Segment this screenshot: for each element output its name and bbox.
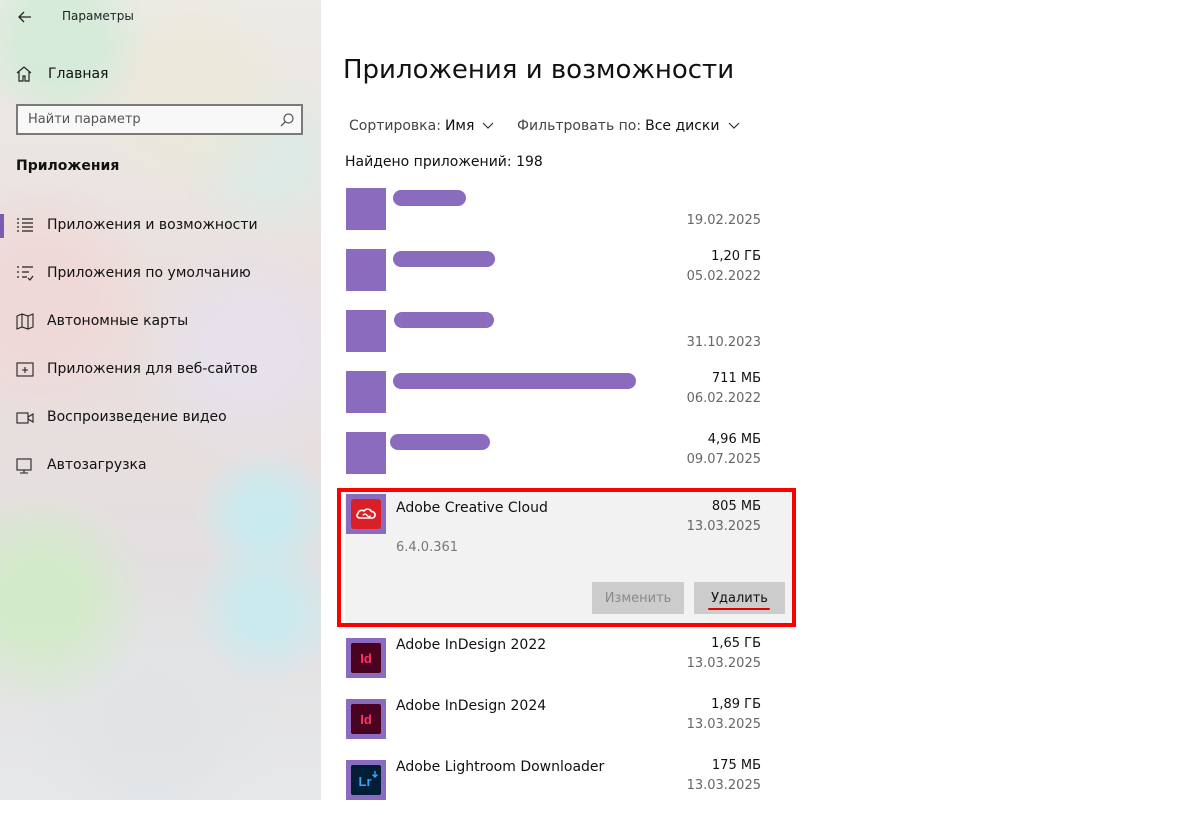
app-date: 31.10.2023 xyxy=(686,335,761,350)
list-item[interactable]: Id Adobe InDesign 2022 1,65 ГБ 13.03.202… xyxy=(345,632,791,693)
app-size: 711 МБ xyxy=(711,371,761,386)
sidebar-item-label: Приложения по умолчанию xyxy=(47,265,251,281)
app-icon-tile: Id xyxy=(346,699,386,739)
redacted-app-name xyxy=(390,434,490,450)
search-icon[interactable] xyxy=(279,112,295,128)
sidebar-home[interactable]: Главная xyxy=(14,62,108,86)
back-arrow-icon[interactable] xyxy=(14,6,36,28)
search-input[interactable] xyxy=(28,112,268,127)
redacted-app-icon xyxy=(346,188,386,230)
sidebar-item-apps-for-websites[interactable]: Приложения для веб-сайтов xyxy=(0,346,321,394)
apps-list: 19.02.2025 1,20 ГБ 05.02.2022 31.10.2023… xyxy=(345,184,791,815)
redacted-app-name xyxy=(393,190,466,206)
offline-maps-icon xyxy=(16,313,34,330)
app-icon-tile: Lr xyxy=(346,760,386,800)
app-date: 13.03.2025 xyxy=(686,519,761,534)
list-item[interactable]: 711 МБ 06.02.2022 xyxy=(345,367,791,428)
sidebar-nav: Приложения и возможности Приложения по у… xyxy=(0,202,321,490)
sidebar-item-label: Автозагрузка xyxy=(47,457,147,473)
indesign-glyph: Id xyxy=(360,651,372,666)
list-item[interactable]: Lr Adobe Lightroom Downloader 175 МБ 13.… xyxy=(345,754,791,815)
app-date: 05.02.2022 xyxy=(686,269,761,284)
filter-label: Фильтровать по: xyxy=(517,118,642,134)
redacted-app-icon xyxy=(346,432,386,474)
adobe-creative-cloud-icon xyxy=(351,499,381,529)
list-item[interactable]: 31.10.2023 xyxy=(345,306,791,367)
list-item[interactable]: 1,20 ГБ 05.02.2022 xyxy=(345,245,791,306)
sidebar-item-label: Воспроизведение видео xyxy=(47,409,227,425)
app-size: 4,96 МБ xyxy=(707,432,761,447)
app-icon-tile xyxy=(346,494,386,534)
apps-for-websites-icon xyxy=(16,362,34,377)
redacted-app-icon xyxy=(346,310,386,352)
modify-button[interactable]: Изменить xyxy=(592,582,684,614)
indesign-glyph: Id xyxy=(360,712,372,727)
app-size: 1,20 ГБ xyxy=(711,249,761,264)
app-name: Adobe Lightroom Downloader xyxy=(396,759,605,775)
app-size: 1,89 ГБ xyxy=(711,697,761,712)
apps-features-icon xyxy=(17,218,33,232)
list-item[interactable]: 4,96 МБ 09.07.2025 xyxy=(345,428,791,488)
app-size: 805 МБ xyxy=(711,499,761,514)
sidebar-item-label: Автономные карты xyxy=(47,313,189,329)
redacted-app-name xyxy=(393,373,636,389)
chevron-down-icon xyxy=(482,122,494,129)
filter-dropdown[interactable]: Фильтровать по: Все диски xyxy=(517,118,740,134)
selected-indicator xyxy=(0,214,4,238)
app-name: Adobe InDesign 2022 xyxy=(396,637,547,653)
redacted-app-icon xyxy=(346,371,386,413)
adobe-lightroom-icon: Lr xyxy=(351,765,381,795)
page-title: Приложения и возможности xyxy=(343,55,735,85)
app-date: 06.02.2022 xyxy=(686,391,761,406)
sidebar-item-offline-maps[interactable]: Автономные карты xyxy=(0,298,321,346)
sort-label: Сортировка: xyxy=(349,118,441,134)
adobe-indesign-icon: Id xyxy=(351,704,381,734)
sidebar-item-label: Приложения и возможности xyxy=(47,217,258,233)
app-icon-tile: Id xyxy=(346,638,386,678)
list-item[interactable]: 19.02.2025 xyxy=(345,184,791,245)
app-date: 13.03.2025 xyxy=(686,717,761,732)
search-box[interactable] xyxy=(16,104,303,135)
sidebar-item-startup[interactable]: Автозагрузка xyxy=(0,442,321,490)
uninstall-annotation-underline xyxy=(708,608,770,610)
sidebar: Параметры Главная Приложения Приложения … xyxy=(0,0,321,800)
window-title: Параметры xyxy=(62,9,134,23)
app-name: Adobe Creative Cloud xyxy=(396,500,548,516)
list-item[interactable]: Id Adobe InDesign 2024 1,89 ГБ 13.03.202… xyxy=(345,693,791,754)
sidebar-item-video-playback[interactable]: Воспроизведение видео xyxy=(0,394,321,442)
app-size: 175 МБ xyxy=(711,758,761,773)
app-version: 6.4.0.361 xyxy=(396,540,459,555)
sort-dropdown[interactable]: Сортировка: Имя xyxy=(349,118,494,134)
sidebar-item-apps-features[interactable]: Приложения и возможности xyxy=(0,202,321,250)
sidebar-item-label: Приложения для веб-сайтов xyxy=(47,361,258,377)
sidebar-section-title: Приложения xyxy=(16,158,120,174)
default-apps-icon xyxy=(17,266,34,281)
list-item-selected[interactable]: Adobe Creative Cloud 805 МБ 13.03.2025 6… xyxy=(345,488,791,628)
startup-icon xyxy=(16,458,32,474)
adobe-indesign-icon: Id xyxy=(351,643,381,673)
video-playback-icon xyxy=(16,412,34,424)
sort-value: Имя xyxy=(444,118,475,134)
app-date: 13.03.2025 xyxy=(686,656,761,671)
app-date: 19.02.2025 xyxy=(686,213,761,228)
app-date: 13.03.2025 xyxy=(686,778,761,793)
sidebar-item-default-apps[interactable]: Приложения по умолчанию xyxy=(0,250,321,298)
redacted-app-icon xyxy=(346,249,386,291)
apps-count: Найдено приложений: 198 xyxy=(345,154,543,170)
filter-value: Все диски xyxy=(645,118,720,134)
main-content: Приложения и возможности Сортировка: Имя… xyxy=(321,0,1200,800)
redacted-app-name xyxy=(394,312,494,328)
sidebar-home-label: Главная xyxy=(48,66,109,82)
app-date: 09.07.2025 xyxy=(686,452,761,467)
chevron-down-icon xyxy=(728,122,739,129)
app-size: 1,65 ГБ xyxy=(711,636,761,651)
app-name: Adobe InDesign 2024 xyxy=(396,698,547,714)
home-icon xyxy=(16,66,32,82)
lightroom-glyph: Lr xyxy=(359,774,372,789)
redacted-app-name xyxy=(393,251,495,267)
